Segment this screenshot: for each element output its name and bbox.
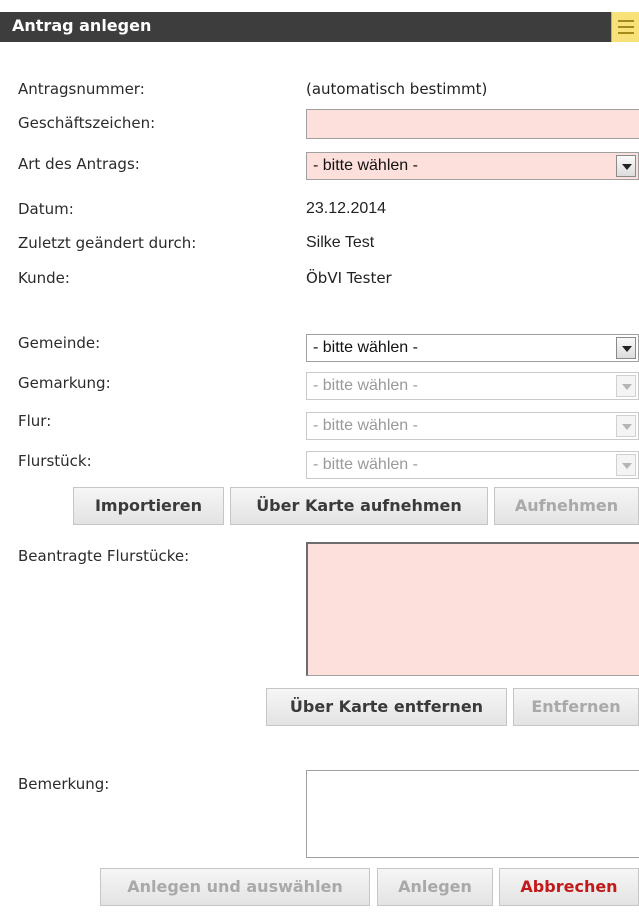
beantragte-flurstuecke-list[interactable] bbox=[306, 542, 639, 676]
chevron-down-icon bbox=[616, 454, 636, 476]
hamburger-menu-icon[interactable] bbox=[611, 12, 639, 42]
chevron-down-icon bbox=[616, 375, 636, 397]
anlegen-button: Anlegen bbox=[377, 868, 493, 906]
gemeinde-label: Gemeinde: bbox=[18, 334, 101, 352]
geschaeftszeichen-label: Geschäftszeichen: bbox=[18, 114, 156, 132]
gemarkung-value: - bitte wählen - bbox=[313, 377, 418, 394]
ueber-karte-aufnehmen-button[interactable]: Über Karte aufnehmen bbox=[230, 487, 488, 525]
gemarkung-label: Gemarkung: bbox=[18, 374, 111, 392]
flurstueck-select: - bitte wählen - bbox=[306, 451, 639, 479]
ueber-karte-entfernen-button[interactable]: Über Karte entfernen bbox=[266, 688, 507, 726]
antragsnummer-value: (automatisch bestimmt) bbox=[306, 80, 488, 98]
dialog-title: Antrag anlegen bbox=[12, 16, 152, 35]
datum-label: Datum: bbox=[18, 200, 74, 218]
chevron-down-icon[interactable] bbox=[616, 155, 636, 177]
gemeinde-select[interactable]: - bitte wählen - bbox=[306, 334, 639, 362]
zuletzt-geaendert-label: Zuletzt geändert durch: bbox=[18, 234, 197, 252]
aufnehmen-button: Aufnehmen bbox=[494, 487, 639, 525]
entfernen-button: Entfernen bbox=[513, 688, 639, 726]
flur-label: Flur: bbox=[18, 412, 52, 430]
zuletzt-geaendert-value: Silke Test bbox=[306, 234, 375, 251]
art-des-antrags-select[interactable]: - bitte wählen - bbox=[306, 152, 639, 180]
bemerkung-textarea[interactable] bbox=[306, 770, 639, 858]
art-des-antrags-label: Art des Antrags: bbox=[18, 155, 140, 173]
art-des-antrags-value: - bitte wählen - bbox=[313, 157, 418, 174]
gemarkung-select: - bitte wählen - bbox=[306, 372, 639, 400]
importieren-button[interactable]: Importieren bbox=[73, 487, 224, 525]
bemerkung-label: Bemerkung: bbox=[18, 775, 110, 793]
abbrechen-button[interactable]: Abbrechen bbox=[499, 868, 639, 906]
title-bar: Antrag anlegen bbox=[0, 12, 639, 42]
datum-value: 23.12.2014 bbox=[306, 200, 387, 217]
flur-value: - bitte wählen - bbox=[313, 417, 418, 434]
antragsnummer-label: Antragsnummer: bbox=[18, 80, 145, 98]
gemeinde-value: - bitte wählen - bbox=[313, 339, 418, 356]
chevron-down-icon bbox=[616, 415, 636, 437]
chevron-down-icon[interactable] bbox=[616, 337, 636, 359]
kunde-label: Kunde: bbox=[18, 269, 70, 287]
beantragte-flurstuecke-label: Beantragte Flurstücke: bbox=[18, 547, 190, 565]
geschaeftszeichen-input[interactable] bbox=[306, 109, 639, 139]
flur-select: - bitte wählen - bbox=[306, 412, 639, 440]
flurstueck-value: - bitte wählen - bbox=[313, 456, 418, 473]
flurstueck-label: Flurstück: bbox=[18, 452, 92, 470]
anlegen-und-auswaehlen-button: Anlegen und auswählen bbox=[100, 868, 370, 906]
kunde-value: ÖbVI Tester bbox=[306, 269, 392, 287]
